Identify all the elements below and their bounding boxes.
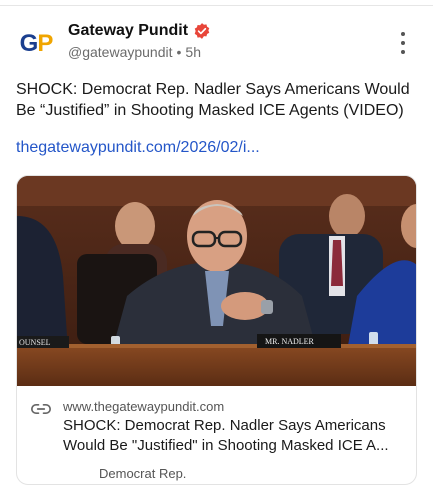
link-icon <box>31 404 51 414</box>
author-meta: @gatewaypundit • 5h <box>68 44 201 60</box>
card-image[interactable]: OUNSEL MR. NADLER <box>17 176 416 386</box>
post-link[interactable]: thegatewaypundit.com/2026/02/i... <box>16 139 260 157</box>
nameplate-text: MR. NADLER <box>265 337 315 346</box>
meta-separator: • <box>176 44 182 60</box>
post-text: SHOCK: Democrat Rep. Nadler Says America… <box>16 81 410 119</box>
card-body: www.thegatewaypundit.com SHOCK: Democrat… <box>17 386 416 484</box>
avatar[interactable]: GP <box>16 24 56 64</box>
card-title[interactable]: SHOCK: Democrat Rep. Nadler Says America… <box>63 416 408 456</box>
top-divider <box>0 0 433 6</box>
hearing-photo: OUNSEL MR. NADLER <box>17 176 416 386</box>
post-header: GP Gateway Pundit @gatewaypundit • 5h <box>16 20 416 70</box>
left-nameplate-text: OUNSEL <box>19 338 51 347</box>
avatar-letter-p: P <box>37 30 53 57</box>
verified-badge-icon <box>194 23 210 39</box>
author-name-label: Gateway Pundit <box>68 22 189 39</box>
author-name[interactable]: Gateway Pundit <box>68 22 211 40</box>
post-time: 5h <box>185 44 201 60</box>
card-domain: www.thegatewaypundit.com <box>63 399 225 414</box>
avatar-letter-g: G <box>19 30 39 57</box>
author-handle[interactable]: @gatewaypundit <box>68 44 173 60</box>
more-options-icon[interactable] <box>396 32 410 54</box>
card-subtitle: Democrat Rep. <box>99 466 187 481</box>
link-preview-card[interactable]: OUNSEL MR. NADLER www.thegatewaypundit.c… <box>16 175 417 485</box>
